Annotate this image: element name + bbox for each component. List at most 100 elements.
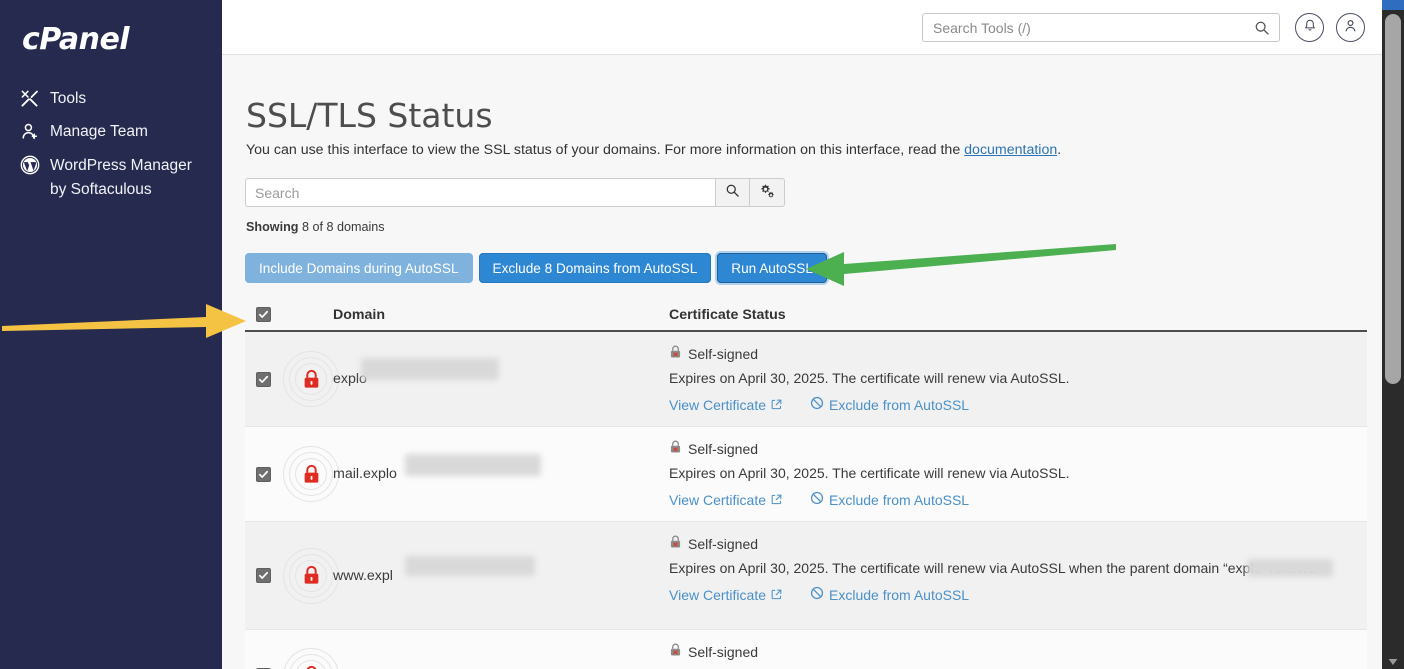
- row-select-cell: [245, 332, 339, 426]
- view-certificate-link[interactable]: View Certificate: [669, 585, 782, 606]
- exclude-from-autossl-link[interactable]: Exclude from AutoSSL: [810, 490, 969, 511]
- padlock-error-icon: [669, 534, 682, 555]
- view-certificate-label: View Certificate: [669, 587, 767, 603]
- account-button[interactable]: [1336, 13, 1365, 42]
- scrollbar-thumb[interactable]: [1385, 14, 1401, 384]
- page-description-text-before: You can use this interface to view the S…: [246, 142, 965, 158]
- table-row: explo Self-signed Expires on April 30, 2…: [245, 332, 1367, 427]
- row-select-cell: [245, 427, 339, 521]
- tools-search-input[interactable]: [923, 14, 1254, 41]
- red-padlock-icon: [283, 647, 339, 669]
- sidebar-item-label: WordPress Manager by Softaculous: [50, 157, 192, 198]
- status-label: Self-signed: [688, 441, 759, 457]
- status-label: Self-signed: [688, 536, 759, 552]
- sidebar-item-wordpress-manager[interactable]: WordPress Manager by Softaculous: [0, 148, 222, 208]
- domain-cell: [333, 630, 669, 669]
- run-autossl-button[interactable]: Run AutoSSL: [717, 253, 827, 283]
- exclude-from-autossl-label: Exclude from AutoSSL: [829, 492, 970, 508]
- exclude-domains-button[interactable]: Exclude 8 Domains from AutoSSL: [478, 253, 712, 283]
- view-certificate-label: View Certificate: [669, 492, 767, 508]
- domain-search-row: [245, 178, 785, 207]
- domain-cell: mail.explo: [333, 427, 669, 521]
- ban-icon: [810, 395, 824, 416]
- page-title: SSL/TLS Status: [246, 96, 493, 136]
- include-domains-button[interactable]: Include Domains during AutoSSL: [245, 253, 473, 283]
- column-header-domain: Domain: [333, 306, 386, 323]
- padlock-error-icon: [669, 642, 682, 663]
- search-icon[interactable]: [1254, 20, 1279, 36]
- exclude-from-autossl-link[interactable]: Exclude from AutoSSL: [810, 395, 969, 416]
- scrollbar-corner: [1382, 0, 1404, 10]
- red-padlock-icon: [283, 446, 339, 502]
- ban-icon: [810, 585, 824, 606]
- showing-count: Showing 8 of 8 domains: [246, 220, 385, 234]
- status-detail: Expires on April 30, 2025. The certifica…: [669, 370, 1070, 386]
- exclude-from-autossl-label: Exclude from AutoSSL: [829, 397, 970, 413]
- external-link-icon: [771, 585, 782, 606]
- row-checkbox[interactable]: [256, 568, 271, 583]
- view-certificate-label: View Certificate: [669, 397, 767, 413]
- ssl-status-table: Domain Certificate Status explo Self-sig…: [245, 299, 1367, 669]
- status-detail-head: Expires on April 30, 2025. The certifica…: [669, 560, 1262, 576]
- wordpress-icon: [20, 154, 46, 175]
- table-row: mail.explo Self-signed Expires on April …: [245, 427, 1367, 522]
- row-select-cell: [245, 630, 339, 669]
- sidebar-item-tools[interactable]: Tools: [0, 82, 222, 115]
- table-settings-button[interactable]: [750, 178, 785, 207]
- vertical-scrollbar[interactable]: [1382, 0, 1404, 669]
- red-padlock-icon: [283, 547, 339, 604]
- showing-text: 8 of 8 domains: [298, 220, 385, 234]
- domain-search-input[interactable]: [245, 178, 715, 207]
- view-certificate-link[interactable]: View Certificate: [669, 490, 782, 511]
- showing-label: Showing: [246, 220, 299, 234]
- top-bar: [222, 0, 1382, 55]
- redaction-block: [405, 556, 535, 576]
- sidebar-nav: Tools Manage Team WordPress Manager by S…: [0, 82, 222, 208]
- redaction-block: [361, 358, 499, 380]
- status-detail: Expires on April 30, 2025. The certifica…: [669, 555, 1357, 579]
- ban-icon: [810, 490, 824, 511]
- status-label: Self-signed: [688, 346, 759, 362]
- cpanel-logo[interactable]: cPanel: [22, 22, 130, 57]
- certificate-status-cell: Self-signed Expires on April 30, 2025. T…: [669, 522, 1367, 629]
- cogs-icon: [759, 183, 775, 203]
- padlock-error-icon: [669, 344, 682, 365]
- row-checkbox[interactable]: [256, 466, 271, 482]
- autossl-action-buttons: Include Domains during AutoSSL Exclude 8…: [245, 253, 827, 283]
- row-checkbox[interactable]: [256, 371, 271, 387]
- sidebar-item-manage-team[interactable]: Manage Team: [0, 115, 222, 148]
- domain-cell: www.expl: [333, 522, 669, 629]
- sidebar-item-label: Tools: [50, 90, 87, 107]
- documentation-link[interactable]: documentation: [964, 142, 1057, 158]
- domain-search-button[interactable]: [715, 178, 750, 207]
- tools-icon: [20, 88, 46, 109]
- table-row: www.expl Self-signed Expires on April 30…: [245, 522, 1367, 630]
- exclude-from-autossl-link[interactable]: Exclude from AutoSSL: [810, 585, 969, 606]
- sidebar: cPanel Tools Manage Team WordPress Manag…: [0, 0, 222, 669]
- red-padlock-icon: [283, 351, 339, 407]
- bell-icon: [1303, 18, 1317, 38]
- domain-cell: explo: [333, 332, 669, 426]
- user-plus-icon: [20, 121, 46, 142]
- redaction-block: [1247, 559, 1333, 577]
- exclude-from-autossl-label: Exclude from AutoSSL: [829, 587, 970, 603]
- tools-search-container[interactable]: [922, 13, 1280, 42]
- user-icon: [1343, 18, 1358, 38]
- table-row: Self-signed: [245, 630, 1367, 669]
- search-icon: [725, 183, 740, 203]
- notifications-button[interactable]: [1295, 13, 1324, 42]
- external-link-icon: [771, 395, 782, 416]
- view-certificate-link[interactable]: View Certificate: [669, 395, 782, 416]
- domain-name: www.expl: [333, 567, 393, 584]
- external-link-icon: [771, 490, 782, 511]
- status-detail: Expires on April 30, 2025. The certifica…: [669, 465, 1070, 481]
- certificate-status-cell: Self-signed: [669, 630, 1367, 669]
- sidebar-item-label: Manage Team: [50, 123, 148, 140]
- certificate-status-cell: Self-signed Expires on April 30, 2025. T…: [669, 427, 1367, 521]
- row-select-cell: [245, 522, 339, 629]
- select-all-checkbox[interactable]: [256, 307, 271, 322]
- redaction-block: [405, 454, 541, 476]
- main-content: SSL/TLS Status You can use this interfac…: [222, 55, 1382, 669]
- status-label: Self-signed: [688, 644, 759, 660]
- scroll-down-button[interactable]: [1382, 655, 1404, 669]
